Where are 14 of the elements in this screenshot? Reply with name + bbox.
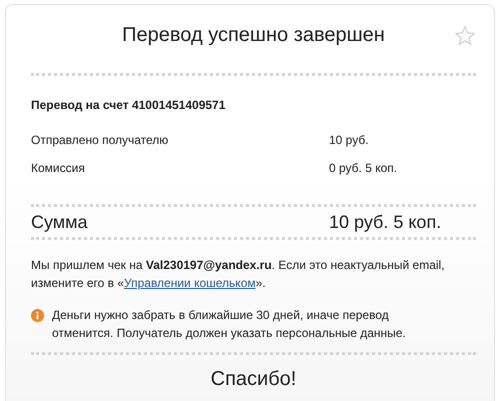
total-value: 10 руб. 5 коп. [329,211,442,234]
wallet-settings-link[interactable]: Управлении кошельком [124,276,256,290]
row-label: Комиссия [31,160,86,177]
account-heading: Перевод на счет 41001451409571 [31,97,226,114]
receipt-note: Мы пришлем чек на Val230197@yandex.ru. Если это неактуальный email, измените его в «Управлении кошельком». [31,257,446,292]
row-value: 0 руб. 5 коп. [329,160,398,177]
thanks-text: Спасибо! [210,367,298,391]
total-label: Сумма [31,211,89,234]
page-title: Перевод успешно завершен [121,23,386,47]
info-icon [31,309,44,322]
row-label: Отправлено получателю [31,132,170,149]
warning-text: Деньги нужно забрать в ближайшие 30 дней, иначе перевод отменится. Получатель должен указать персональные данные. [52,307,407,342]
star-icon[interactable] [454,25,476,47]
row-value: 10 руб. [329,132,369,149]
